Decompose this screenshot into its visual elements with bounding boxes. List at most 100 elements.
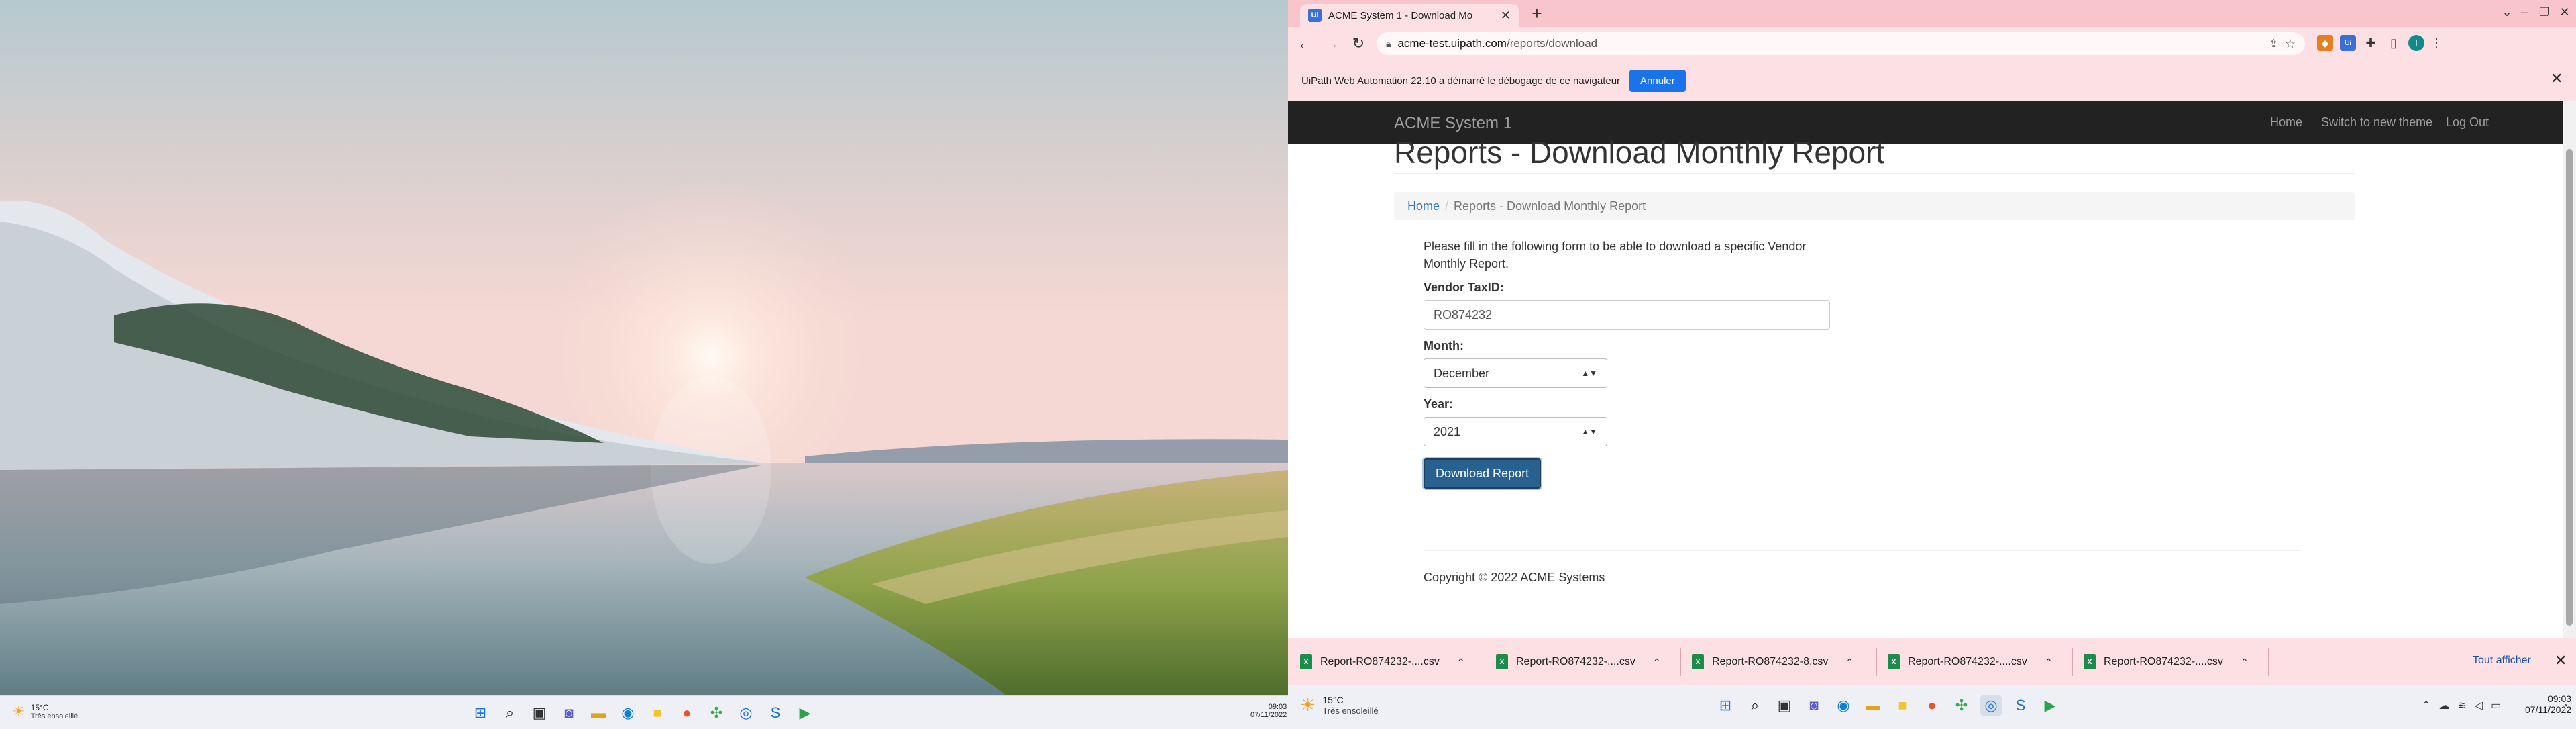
slack-icon[interactable]: ✣ xyxy=(1951,695,1972,716)
chrome-menu-icon[interactable]: ⋮ xyxy=(2428,35,2445,51)
download-item[interactable]: X Report-RO874232-8.csv ⌃ xyxy=(1685,648,1877,676)
slack-icon[interactable]: ✣ xyxy=(706,702,727,724)
vendor-taxid-input[interactable]: RO874232 xyxy=(1424,300,1830,330)
breadcrumb-current: Reports - Download Monthly Report xyxy=(1454,199,1646,213)
weather-widget[interactable]: ☀ 15°C Très ensoleillé xyxy=(1300,695,1379,716)
csv-file-icon: X xyxy=(1496,654,1508,669)
chevron-up-icon[interactable]: ⌃ xyxy=(2045,657,2053,668)
form-instructions-line2: Monthly Report. xyxy=(1424,257,1509,271)
extensions-puzzle-icon[interactable]: ✚ xyxy=(2363,35,2379,51)
profile-avatar[interactable]: I xyxy=(2408,35,2424,51)
chevron-up-icon[interactable]: ⌃ xyxy=(2241,657,2249,668)
brand-link[interactable]: ACME System 1 xyxy=(1394,114,1512,133)
weather-desc: Très ensoleillé xyxy=(30,712,78,720)
chevron-up-icon[interactable]: ⌃ xyxy=(1845,657,1854,668)
right-taskbar: ☀ 15°C Très ensoleillé ⊞ ⌕ ▣ ◙ ◉ ▬ ■ ● ✣… xyxy=(1288,685,2576,729)
side-panel-icon[interactable]: ▯ xyxy=(2385,35,2402,51)
firefox-icon[interactable]: ● xyxy=(1921,695,1943,716)
teams-icon[interactable]: ◙ xyxy=(558,702,580,724)
form-instructions-line1: Please fill in the following form to be … xyxy=(1424,240,1807,253)
battery-icon[interactable]: ▭ xyxy=(2491,699,2501,712)
chevron-up-icon[interactable]: ⌃ xyxy=(1653,657,1661,668)
chevron-up-icon[interactable]: ⌃ xyxy=(2422,699,2430,712)
download-item[interactable]: X Report-RO874232-....csv ⌃ xyxy=(2077,648,2269,676)
toolbar: ← → ↻ 🔒︎ acme-test.uipath.com/reports/do… xyxy=(1288,27,2576,60)
left-taskbar: ☀ 15°C Très ensoleillé ⊞ ⌕ ▣ ◙ ▬ ◉ ■ ● ✣… xyxy=(0,695,1288,729)
download-filename: Report-RO874232-....csv xyxy=(1320,656,1440,667)
url-path: /reports/download xyxy=(1506,37,1598,50)
weather-widget[interactable]: ☀ 15°C Très ensoleillé xyxy=(12,703,78,720)
taskbar-apps: ⊞ ⌕ ▣ ◙ ▬ ◉ ■ ● ✣ ◎ S ▶ xyxy=(470,702,816,724)
search-icon[interactable]: ⌕ xyxy=(499,702,521,724)
close-shelf-icon[interactable]: ✕ xyxy=(2555,652,2567,669)
close-tab-icon[interactable]: ✕ xyxy=(1501,9,1511,23)
uipath-favicon-icon: Ui xyxy=(1308,9,1322,22)
download-item[interactable]: X Report-RO874232-....csv ⌃ xyxy=(1293,648,1485,676)
start-icon[interactable]: ⊞ xyxy=(470,702,491,724)
new-tab-button[interactable]: + xyxy=(1527,4,1547,24)
year-label: Year: xyxy=(1424,397,1454,411)
close-window-button[interactable]: ✕ xyxy=(2549,1,2576,23)
search-icon[interactable]: ⌕ xyxy=(1744,695,1766,716)
download-report-button[interactable]: Download Report xyxy=(1424,458,1542,489)
chrome-icon[interactable]: ◎ xyxy=(735,702,757,724)
csv-file-icon: X xyxy=(2084,654,2096,669)
nav-home[interactable]: Home xyxy=(2270,115,2302,130)
chrome-icon[interactable]: ◎ xyxy=(1980,695,2002,716)
share-icon[interactable]: ⇪ xyxy=(2269,37,2277,50)
lock-icon[interactable]: 🔒︎ xyxy=(1386,38,1391,50)
weather-temp: 15°C xyxy=(30,703,49,712)
clock-date: 07/11/2022 xyxy=(1250,711,1287,719)
file-explorer-icon[interactable]: ▬ xyxy=(1862,695,1884,716)
back-button[interactable]: ← xyxy=(1293,32,1316,55)
dropdown-caret-icon: ▲▼ xyxy=(1581,427,1597,436)
onedrive-icon[interactable]: ☁ xyxy=(2438,699,2449,712)
edge-icon[interactable]: ◉ xyxy=(1833,695,1854,716)
uipath-assistant-icon[interactable]: ▶ xyxy=(2039,695,2061,716)
teams-icon[interactable]: ◙ xyxy=(1803,695,1825,716)
download-item[interactable]: X Report-RO874232-....csv ⌃ xyxy=(1881,648,2073,676)
breadcrumb-home[interactable]: Home xyxy=(1407,199,1440,213)
nav-switch-theme[interactable]: Switch to new theme xyxy=(2321,115,2432,130)
uipath-assistant-icon[interactable]: ▶ xyxy=(794,702,816,724)
cancel-debug-button[interactable]: Annuler xyxy=(1629,69,1686,92)
chevron-up-icon[interactable]: ⌃ xyxy=(1457,657,1465,668)
weather-temp: 15°C xyxy=(1322,695,1344,706)
file-explorer-icon[interactable]: ▬ xyxy=(588,702,609,724)
firefox-icon[interactable]: ● xyxy=(676,702,698,724)
uipath-studio-icon[interactable]: S xyxy=(2010,695,2031,716)
show-all-downloads-link[interactable]: Tout afficher xyxy=(2473,654,2531,667)
volume-icon[interactable]: ◁ xyxy=(2475,699,2483,712)
address-bar[interactable]: 🔒︎ acme-test.uipath.com/reports/download… xyxy=(1377,32,2305,55)
browser-tab[interactable]: Ui ACME System 1 - Download Mo ✕ xyxy=(1300,4,1519,27)
uipath-studio-icon[interactable]: S xyxy=(765,702,786,724)
wifi-icon[interactable]: ≋ xyxy=(2457,699,2466,712)
month-label: Month: xyxy=(1424,339,1464,352)
download-filename: Report-RO874232-8.csv xyxy=(1712,656,1829,667)
sticky-notes-icon[interactable]: ■ xyxy=(1892,695,1913,716)
notification-icon[interactable]: ◔ xyxy=(2563,700,2568,711)
scrollbar-thumb[interactable] xyxy=(2566,149,2573,626)
clock[interactable]: 09:03 07/11/2022 xyxy=(1250,703,1287,719)
start-icon[interactable]: ⊞ xyxy=(1715,695,1736,716)
taskbar-apps: ⊞ ⌕ ▣ ◙ ◉ ▬ ■ ● ✣ ◎ S ▶ xyxy=(1715,695,2061,716)
year-select[interactable]: 2021 ▲▼ xyxy=(1424,417,1607,446)
right-monitor: Ui ACME System 1 - Download Mo ✕ + ⌄ – ❐… xyxy=(1288,0,2576,729)
download-item[interactable]: X Report-RO874232-....csv ⌃ xyxy=(1489,648,1681,676)
clock-time: 09:03 xyxy=(1268,703,1287,711)
system-tray: ⌃ ☁ ≋ ◁ ▭ xyxy=(2422,699,2501,712)
forward-button[interactable]: → xyxy=(1320,32,1343,55)
task-view-icon[interactable]: ▣ xyxy=(529,702,550,724)
uipath-extension-icon[interactable]: Ui xyxy=(2340,35,2356,51)
task-view-icon[interactable]: ▣ xyxy=(1774,695,1795,716)
close-infobar-icon[interactable]: ✕ xyxy=(2551,70,2563,87)
infobar-message: UiPath Web Automation 22.10 a démarré le… xyxy=(1301,75,1621,87)
download-filename: Report-RO874232-....csv xyxy=(1516,656,1635,667)
reload-button[interactable]: ↻ xyxy=(1347,32,1370,55)
edge-icon[interactable]: ◉ xyxy=(617,702,639,724)
month-select[interactable]: December ▲▼ xyxy=(1424,358,1607,388)
metamask-extension-icon[interactable]: ◆ xyxy=(2317,35,2333,51)
nav-logout[interactable]: Log Out xyxy=(2446,115,2489,130)
bookmark-star-icon[interactable]: ☆ xyxy=(2285,37,2296,51)
sticky-notes-icon[interactable]: ■ xyxy=(647,702,668,724)
